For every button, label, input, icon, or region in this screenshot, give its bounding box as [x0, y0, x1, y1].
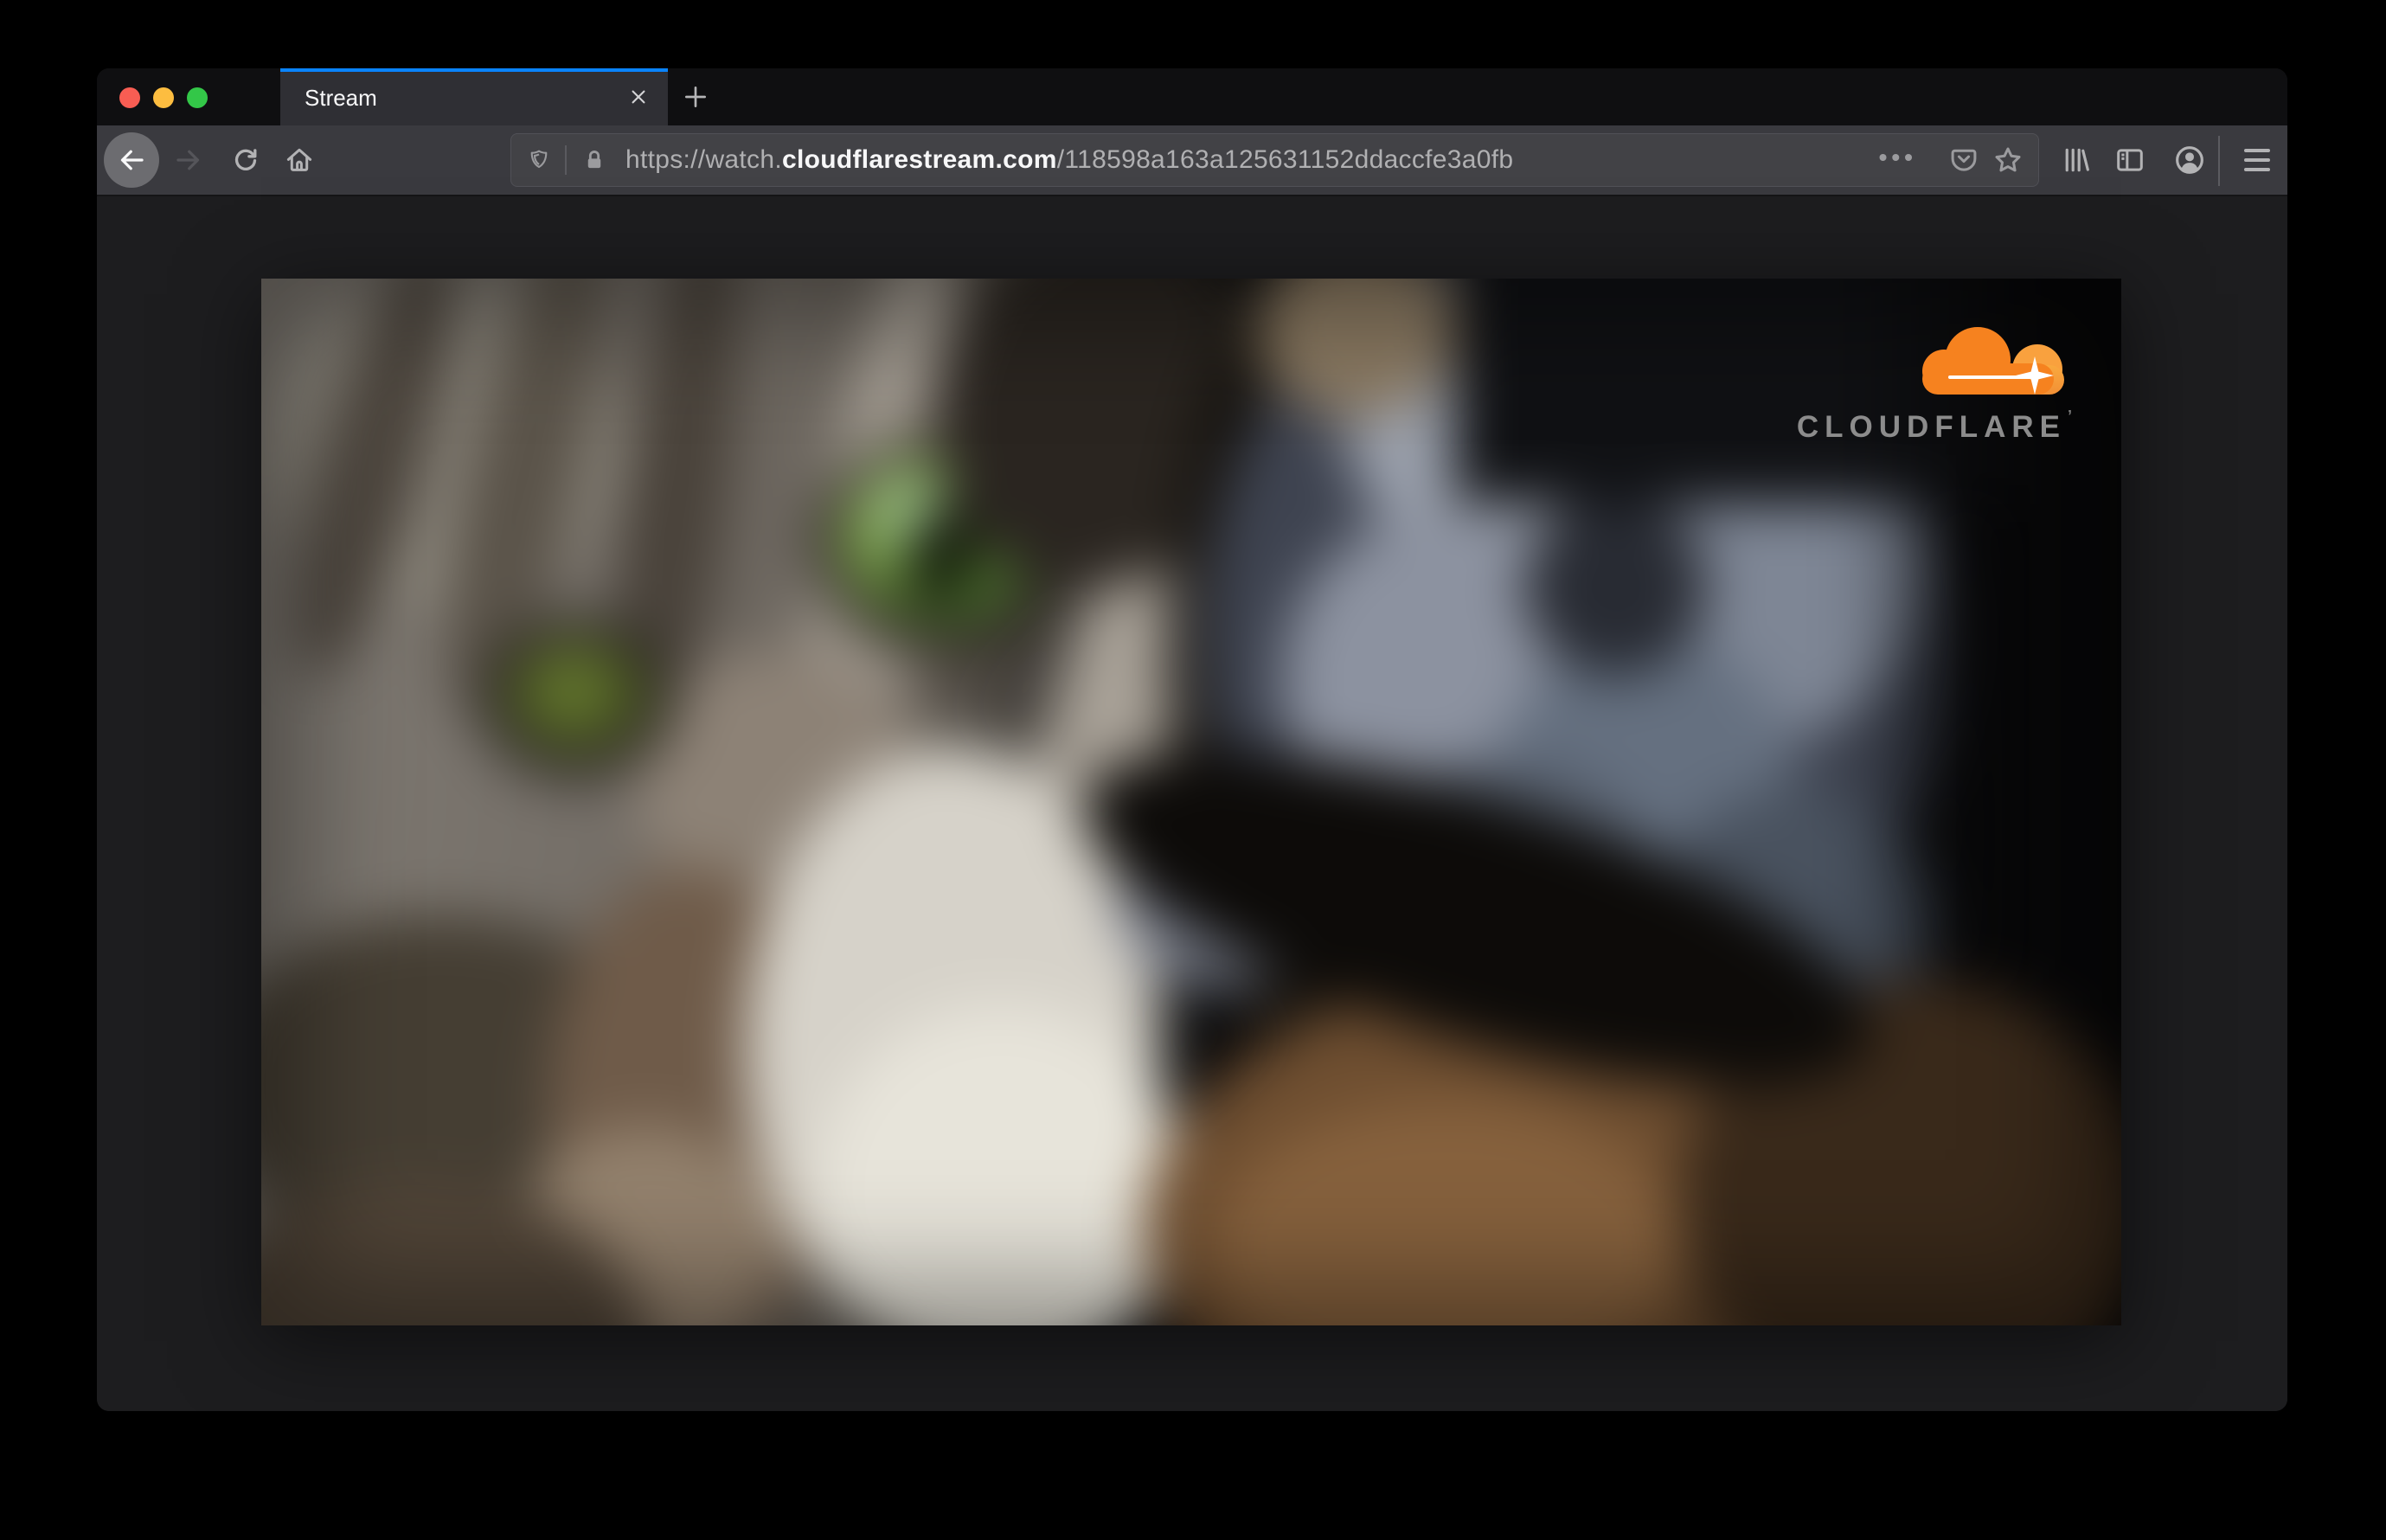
cloudflare-cloud-icon — [1922, 327, 2068, 396]
tab-title: Stream — [305, 85, 377, 111]
tracking-protection-shield-icon[interactable] — [527, 148, 551, 172]
tab-stream[interactable]: Stream — [280, 68, 668, 125]
account-button[interactable] — [2171, 141, 2209, 179]
pocket-icon[interactable] — [1948, 144, 1979, 176]
bookmark-star-icon[interactable] — [1992, 144, 2024, 176]
secure-lock-icon[interactable] — [582, 148, 606, 172]
zoom-window-button[interactable] — [187, 87, 208, 108]
forward-button[interactable] — [170, 141, 208, 179]
traffic-lights — [119, 87, 208, 108]
video-player[interactable]: CLOUDFLARE’ — [261, 279, 2121, 1325]
url-text: https://watch.cloudflarestream.com/11859… — [625, 145, 1513, 175]
reload-icon — [230, 144, 261, 176]
library-button[interactable] — [2057, 141, 2095, 179]
home-button[interactable] — [280, 141, 318, 179]
url-path: /118598a163a125631152ddaccfe3a0fb — [1056, 145, 1514, 174]
hamburger-icon — [2244, 149, 2270, 171]
sidebar-toggle-button[interactable] — [2111, 141, 2149, 179]
browser-window: Stream https://watch.cloudflarestream.co… — [97, 68, 2287, 1411]
address-bar-divider — [565, 145, 567, 175]
minimize-window-button[interactable] — [153, 87, 174, 108]
sidebar-icon — [2113, 144, 2146, 176]
plus-icon — [682, 83, 709, 111]
page-actions-icon[interactable]: ••• — [1879, 145, 1917, 175]
back-button[interactable] — [104, 132, 159, 188]
toolbar-separator — [2218, 136, 2220, 186]
navigation-toolbar: https://watch.cloudflarestream.com/11859… — [97, 125, 2287, 278]
home-icon — [284, 144, 315, 176]
tab-bar: Stream — [97, 68, 2287, 125]
back-arrow-icon — [116, 144, 147, 176]
tab-close-icon[interactable] — [623, 81, 654, 112]
library-icon — [2060, 144, 2093, 176]
trademark-tick: ’ — [2067, 407, 2078, 425]
cloudflare-wordmark: CLOUDFLARE’ — [1796, 407, 2078, 444]
app-menu-button[interactable] — [2238, 141, 2276, 179]
url-domain: cloudflarestream.com — [781, 145, 1057, 174]
close-window-button[interactable] — [119, 87, 140, 108]
new-tab-button[interactable] — [678, 80, 713, 114]
account-person-icon — [2172, 143, 2207, 177]
url-scheme: https://watch. — [625, 145, 782, 174]
reload-button[interactable] — [227, 141, 265, 179]
page-content: CLOUDFLARE’ — [97, 196, 2287, 1411]
forward-arrow-icon — [173, 144, 204, 176]
address-bar[interactable]: https://watch.cloudflarestream.com/11859… — [510, 133, 2039, 187]
cloudflare-watermark: CLOUDFLARE’ — [1791, 327, 2078, 476]
